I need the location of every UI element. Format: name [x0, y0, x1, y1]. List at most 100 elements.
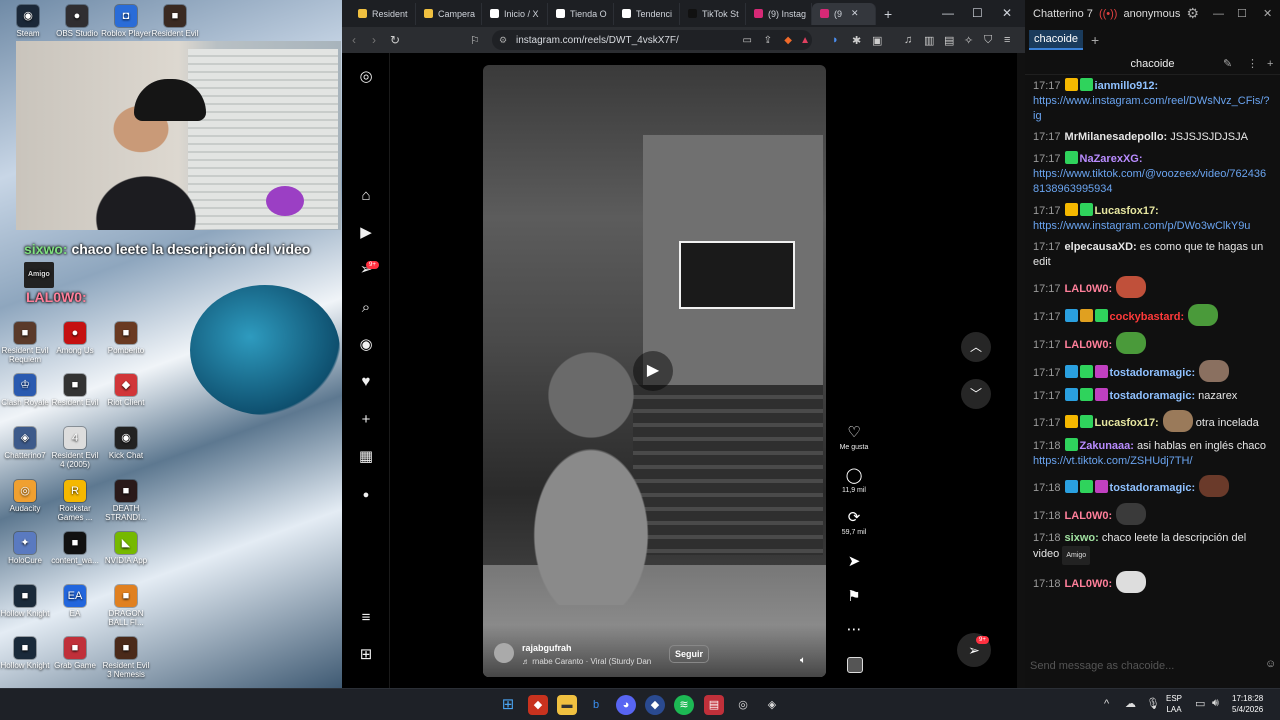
user-badge-icon[interactable] [1079, 309, 1093, 322]
tray-overflow-icon[interactable]: ^ [1104, 698, 1109, 710]
user-badge-icon[interactable] [1079, 388, 1093, 401]
user-badge-icon[interactable] [1064, 480, 1078, 493]
media-taskbar-icon[interactable]: ▤ [704, 695, 724, 715]
desktop-icon[interactable]: ■ content_wa... [50, 532, 100, 565]
bing-taskbar-icon[interactable]: b [586, 695, 606, 715]
user-badge-icon[interactable] [1094, 365, 1108, 378]
tray-app-icon[interactable]: ☁ [1125, 697, 1136, 710]
user-badge-icon[interactable] [1064, 78, 1078, 91]
clock[interactable]: 17:18:28 5/4/2026 [1232, 693, 1263, 715]
start-button-icon[interactable]: ⊞ [498, 695, 518, 715]
site-settings-icon[interactable]: ⚙ [499, 35, 507, 46]
explore-icon[interactable]: ◉ [356, 335, 376, 355]
desktop-icon[interactable]: ■ DRAGON BALL FI... [101, 585, 151, 627]
discord-taskbar-icon[interactable]: ◕ [616, 695, 636, 715]
emote-icon[interactable] [1116, 276, 1147, 298]
message-username[interactable]: Lucasfox17: [1095, 417, 1159, 429]
more-menu-icon[interactable]: ≡ [356, 608, 376, 628]
audio-track[interactable]: ♬ rnabe Caranto · Viral (Sturdy Dan [522, 657, 652, 666]
tab-chacoide[interactable]: chacoide [1029, 29, 1084, 50]
desktop-icon[interactable]: EA EA [50, 585, 100, 618]
chat-close-button[interactable]: ✕ [1263, 7, 1272, 20]
user-badge-icon[interactable] [1079, 365, 1093, 378]
comment-action[interactable]: ◯ 11,9 mil [836, 467, 872, 494]
language-indicator[interactable]: ESP LAA [1166, 693, 1182, 715]
share-action[interactable]: ➤ [836, 553, 872, 571]
reel-video[interactable]: ▶ rajabgufrah ♬ rnabe Caranto · Viral (S… [483, 65, 826, 677]
emote-icon[interactable] [1199, 475, 1230, 497]
dashboard-icon[interactable]: ▦ [356, 447, 376, 467]
desktop-icon[interactable]: ● OBS Studio [52, 5, 102, 38]
ai-icon[interactable]: ✧ [964, 34, 973, 47]
user-badge-icon[interactable] [1079, 480, 1093, 493]
volume-tray-icon[interactable]: 🔊︎ [1212, 697, 1219, 710]
desktop-icon[interactable]: ■ Grab Game [50, 637, 100, 670]
close-window-button[interactable]: ✕ [1002, 6, 1012, 20]
desktop-icon[interactable]: ♔ Clash Royale [0, 374, 50, 407]
message-username[interactable]: LAL0W0: [1065, 283, 1113, 295]
play-button-icon[interactable]: ▶ [633, 351, 673, 391]
message-username[interactable]: LAL0W0: [1065, 339, 1113, 351]
emote-icon[interactable] [1116, 571, 1147, 593]
more-action[interactable]: ⋯ [836, 621, 872, 639]
home-icon[interactable]: ⌂ [356, 186, 376, 206]
chat-input[interactable]: Send message as chacoide... [1025, 656, 1280, 676]
creator-username[interactable]: rajabgufrah [522, 643, 572, 653]
brave-taskbar-icon[interactable]: ◆ [528, 695, 548, 715]
desktop-icon[interactable]: ■ DEATH STRANDI... [101, 480, 151, 522]
browser-tab[interactable]: Resident [350, 2, 416, 25]
volume-icon[interactable]: 🔈︎ [800, 655, 806, 666]
vpn-icon[interactable]: ⛉ [984, 34, 992, 47]
instagram-logo-icon[interactable]: ◎ [356, 67, 376, 87]
account-name[interactable]: anonymous [1123, 8, 1180, 20]
music-icon[interactable]: ♫ [904, 34, 912, 46]
cast-icon[interactable]: ▭ [743, 35, 752, 46]
browser-tab[interactable]: Campera [416, 2, 482, 25]
desktop-icon[interactable]: ■ Resident Evil [50, 374, 100, 407]
bookmark-icon[interactable]: ⚐ [470, 34, 480, 47]
user-badge-icon[interactable] [1064, 203, 1078, 216]
user-badge-icon[interactable] [1079, 415, 1093, 428]
page-scrollbar[interactable] [1017, 53, 1025, 688]
user-badge-icon[interactable] [1079, 203, 1093, 216]
emote-icon[interactable] [1199, 360, 1230, 382]
desktop-icon[interactable]: ■ Resident Evil 3 Nemesis [101, 637, 151, 679]
desktop-icon[interactable]: ◘ Roblox Player [101, 5, 151, 38]
menu-icon[interactable]: ≡ [1004, 34, 1010, 46]
brave-shield-icon[interactable]: ◆ [784, 35, 792, 46]
app-taskbar-icon[interactable]: ◆ [645, 695, 665, 715]
explorer-taskbar-icon[interactable]: ▬ [557, 695, 577, 715]
share-icon[interactable]: ⇪ [764, 35, 772, 46]
browser-tab[interactable]: Inicio / X [482, 2, 548, 25]
browser-tab[interactable]: (9) Instag [746, 2, 812, 25]
message-username[interactable]: sixwo: [1065, 532, 1099, 544]
microphone-icon[interactable]: 🎙︎ [1146, 697, 1160, 710]
emote-icon[interactable] [1116, 503, 1147, 525]
minimize-button[interactable]: — [942, 6, 954, 20]
message-link[interactable]: https://www.instagram.com/reel/DWsNvz_CF… [1033, 95, 1270, 122]
message-username[interactable]: LAL0W0: [1065, 510, 1113, 522]
extensions-icon[interactable]: ✱ [852, 34, 861, 47]
desktop-icon[interactable]: ■ Resident Evil Requiem [0, 322, 50, 364]
reels-icon[interactable]: ▶ [356, 223, 376, 243]
message-username[interactable]: Zakunaaa: [1080, 440, 1134, 452]
notifications-icon[interactable]: ♥ [356, 372, 376, 392]
settings-gear-icon[interactable]: ⚙ [1186, 5, 1199, 22]
sync-icon[interactable]: ▤ [944, 34, 954, 47]
user-badge-icon[interactable] [1094, 388, 1108, 401]
chat-maximize-button[interactable]: ☐ [1237, 7, 1247, 20]
desktop-icon[interactable]: R Rockstar Games ... [50, 480, 100, 522]
user-badge-icon[interactable] [1064, 365, 1078, 378]
desktop-icon[interactable]: ◈ Chatterino7 [0, 427, 50, 460]
emote-picker-icon[interactable]: ☺ [1265, 658, 1276, 670]
sidebar-icon[interactable]: ▥ [924, 34, 934, 47]
message-username[interactable]: ianmillo912: [1095, 80, 1159, 92]
message-username[interactable]: LAL0W0: [1065, 578, 1113, 590]
user-badge-icon[interactable] [1064, 415, 1078, 428]
add-tab-button[interactable]: + [1091, 32, 1099, 48]
desktop-icon[interactable]: ● Among Us [50, 322, 100, 355]
maximize-button[interactable]: ☐ [972, 6, 983, 20]
desktop-icon[interactable]: ■ Hollow Knight [0, 637, 50, 670]
user-badge-icon[interactable] [1064, 438, 1078, 451]
message-username[interactable]: MrMilanesadepollo: [1065, 131, 1168, 143]
